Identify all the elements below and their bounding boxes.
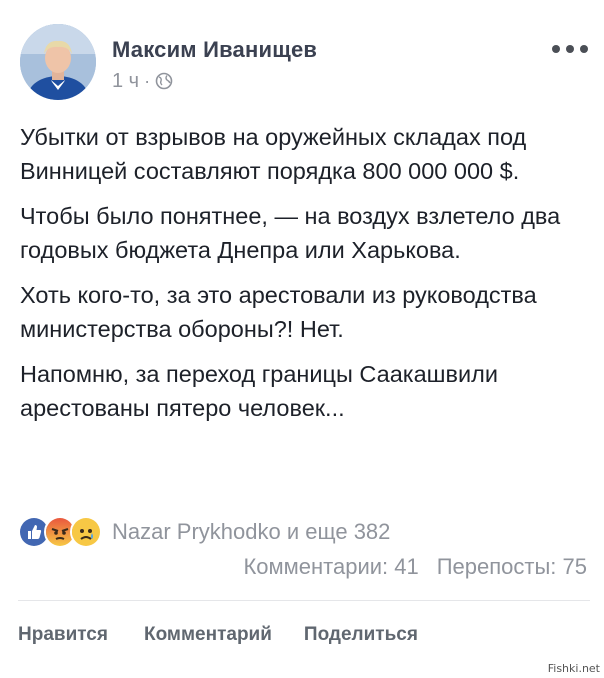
sad-reaction-icon [70, 516, 102, 548]
more-dot [552, 45, 560, 53]
post-actions: Нравится Комментарий Поделиться [18, 624, 418, 646]
post-body: Убытки от взрывов на оружейных складах п… [20, 120, 594, 436]
engagement-counts: Комментарии: 41 Перепосты: 75 [243, 554, 587, 580]
reactions-summary[interactable]: Nazar Prykhodko и еще 382 [112, 519, 390, 545]
like-button[interactable]: Нравится [18, 624, 108, 646]
meta-separator: · [144, 70, 151, 91]
actions-divider [18, 600, 590, 601]
watermark: Fishki.net [547, 662, 600, 675]
globe-icon[interactable] [155, 72, 173, 90]
comment-button[interactable]: Комментарий [144, 624, 272, 646]
post-paragraph: Чтобы было понятнее, — на воздух взлетел… [20, 203, 561, 263]
share-button[interactable]: Поделиться [304, 624, 418, 646]
post-paragraph: Хоть кого-то, за это арестовали из руков… [20, 282, 537, 342]
more-dot [580, 45, 588, 53]
post-paragraph: Убытки от взрывов на оружейных складах п… [20, 124, 527, 184]
post-meta: 1 ч · [112, 69, 173, 93]
post-paragraph: Напомню, за переход границы Саакашвили а… [20, 361, 498, 421]
more-dot [566, 45, 574, 53]
reaction-icons [18, 516, 102, 548]
author-name[interactable]: Максим Иванищев [112, 37, 317, 63]
shares-count[interactable]: Перепосты: 75 [437, 554, 587, 580]
facebook-post: Максим Иванищев 1 ч · Убытки от взрывов … [0, 0, 604, 678]
avatar-photo [20, 24, 96, 100]
reactions-bar[interactable]: Nazar Prykhodko и еще 382 [18, 516, 390, 548]
post-timestamp[interactable]: 1 ч [112, 70, 139, 93]
comments-count[interactable]: Комментарии: 41 [243, 554, 418, 580]
author-avatar[interactable] [20, 24, 96, 100]
post-header: Максим Иванищев 1 ч · [20, 24, 590, 104]
more-options-icon[interactable] [552, 39, 588, 59]
